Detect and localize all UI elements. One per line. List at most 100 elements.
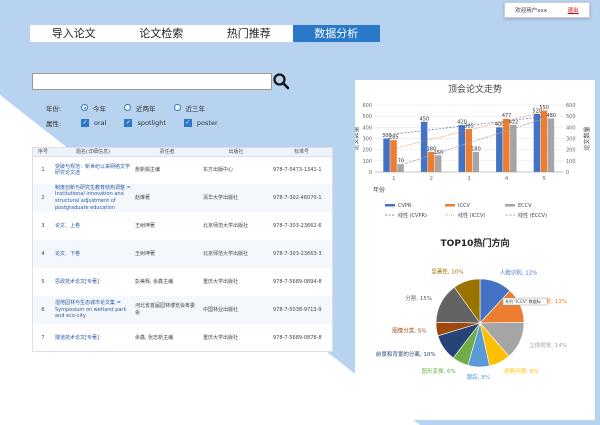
data-label: 285: [389, 135, 399, 141]
cell-title[interactable]: 湿地园林与生态城市论文集 = Symposium on wetland park…: [53, 296, 133, 324]
cell-title[interactable]: 突破与规范：新世纪以来网络文学研究论文选: [53, 156, 133, 184]
y-tick-label: 600: [362, 103, 372, 109]
y2-tick-label: 600: [566, 103, 576, 109]
pie-label: 人脸识别, 12%: [500, 269, 538, 277]
data-label: 385: [464, 124, 474, 130]
table-row[interactable]: 3 论文．上卷 王树坤著 北京师范大学出版社 978-7-303-23662-6: [33, 212, 332, 240]
header-publisher: 出版社: [201, 148, 271, 157]
header-title[interactable]: 题名(详细信息): [53, 148, 133, 157]
bar-cvpr: [383, 138, 390, 172]
cell-index: 7: [41, 334, 45, 341]
y2-tick-label: 0: [566, 170, 569, 176]
cell-publisher: 东方出版中心: [203, 166, 234, 173]
legend-trend-label: 线性 (ECCV): [518, 212, 547, 219]
table-row[interactable]: 1 突破与规范：新世纪以来网络文学研究论文选 詹新娟主编 东方出版中心 978-7-54…: [33, 156, 332, 184]
attr-label: 属性:: [46, 119, 62, 128]
cell-title[interactable]: 论文．下卷: [53, 240, 133, 268]
table-row[interactable]: 7 隧道技术论文[专著] 余鑫, 张志新主编 重庆大学出版社 978-7-5689-08…: [33, 324, 332, 352]
pie-label: 立体视觉, 14%: [529, 341, 567, 349]
data-label: 180: [471, 146, 481, 152]
cell-publisher: 清华大学出版社: [201, 184, 271, 212]
logout-link[interactable]: 退出: [568, 6, 579, 14]
cell-title[interactable]: 论文．上卷: [53, 212, 133, 240]
cell-author: 彭美辉, 余鑫主编: [135, 278, 174, 285]
x-tick-label: 1: [392, 176, 395, 182]
hot-topics-chart: TOP10热门方向人脸识别, 12%图像恢复, 13%立体视觉, 14%视频问题…: [376, 237, 567, 381]
search-input[interactable]: [32, 73, 272, 90]
y-tick-label: 300: [362, 137, 372, 143]
welcome-text: 欢迎用户xxx: [515, 8, 548, 14]
y-tick-label: 500: [362, 114, 372, 120]
data-label: 70: [398, 159, 404, 165]
legend-swatch: [505, 204, 515, 207]
bar-iccv: [503, 118, 510, 172]
data-label: 480: [546, 113, 556, 119]
cell-index: 2: [33, 184, 53, 212]
y2-tick-label: 200: [566, 148, 576, 154]
cell-author: 赵琳著: [133, 184, 201, 212]
legend-swatch: [385, 204, 395, 207]
cell-title[interactable]: 思政技术论文[专著]: [53, 268, 133, 296]
user-panel: 欢迎用户xxx 退出: [504, 2, 590, 18]
bar-iccv: [390, 140, 397, 172]
filter-panel: 年份: 今年 近两年 近三年 属性: ✓ oral ✓ spotlight ✓ pos…: [46, 100, 236, 130]
radio-icon: [81, 104, 88, 111]
y-tick-label: 400: [362, 125, 372, 131]
table-row[interactable]: 2 制度创新与研究生教育结构调整 = Institutional innovati…: [33, 184, 332, 212]
data-label: 450: [420, 116, 430, 122]
legend-label: ICCV: [458, 203, 470, 209]
y2-tick-label: 500: [566, 114, 576, 120]
cell-isbn: 978-7-5689-0894-8: [273, 278, 322, 285]
cell-title[interactable]: 制度创新与研究生教育结构调整 = Institutional innovatio…: [53, 184, 133, 212]
cell-isbn: 978-7-5038-9713-9: [271, 296, 332, 324]
cell-index: 1: [41, 166, 45, 173]
bar-eccv: [472, 151, 479, 172]
header-index: 序号: [33, 148, 53, 157]
cell-index: 3: [41, 222, 45, 229]
cell-author: 王树坤著: [133, 240, 201, 268]
pie-label: 前景和背景的分离, 10%: [376, 350, 436, 358]
pie-label: 跟踪, 8%: [467, 373, 490, 381]
cell-index: 4: [33, 240, 53, 268]
year-option-two-years[interactable]: 近两年: [124, 103, 156, 113]
table-row[interactable]: 6 湿地园林与生态城市论文集 = Symposium on wetland par…: [33, 296, 332, 324]
pie-label: 显著性, 10%: [431, 268, 463, 276]
checkbox-icon: ✓: [183, 118, 192, 127]
radio-icon: [173, 104, 181, 111]
trend-chart: 顶会论文走势 0 0 100 100 200 200 300 300 400 400 500 500 60…: [352, 83, 591, 219]
y2-axis-label: 论文数量: [583, 126, 591, 150]
attr-option-poster[interactable]: ✓ poster: [183, 118, 218, 127]
search-icon[interactable]: [272, 72, 290, 90]
tab-search[interactable]: 论文检索: [118, 25, 206, 42]
tab-analysis[interactable]: 数据分析: [292, 25, 380, 42]
cell-isbn: 978-7-5473-1341-1: [273, 166, 322, 173]
cell-author: 河北省首届园林博览会筹委会: [133, 296, 201, 324]
pie-label: 视频问题, 8%: [504, 367, 538, 375]
legend-label: CVPR: [398, 203, 412, 209]
cell-publisher: 北京师范大学出版社: [201, 240, 271, 268]
tab-recommend[interactable]: 热门推荐: [205, 25, 293, 42]
checkbox-icon: ✓: [81, 118, 89, 127]
cell-isbn: 978-7-303-23662-6: [273, 222, 322, 229]
attr-option-oral[interactable]: ✓ oral: [81, 118, 106, 127]
analysis-panel: 顶会论文走势 0 0 100 100 200 200 300 300 400 400 500 500 60…: [352, 80, 595, 420]
year-option-this-year[interactable]: 今年: [81, 103, 106, 113]
cell-publisher: 北京师范大学出版社: [203, 222, 249, 229]
pie-label: 图形变换, 6%: [421, 367, 455, 375]
y2-tick-label: 400: [566, 125, 576, 131]
bar-cvpr: [458, 125, 465, 172]
legend-trend-label: 线性 (ICCV): [458, 212, 485, 219]
chart-title: 顶会论文走势: [448, 83, 502, 95]
data-label: 550: [539, 105, 549, 111]
cell-publisher: 重庆大学出版社: [203, 278, 239, 285]
x-tick-label: 5: [543, 176, 546, 182]
attr-option-spotlight[interactable]: ✓ spotlight: [124, 118, 166, 127]
results-table: 序号 题名(详细信息) 责任者 出版社 标准号 1 突破与规范：新世纪以来网络文学…: [32, 147, 333, 352]
table-row[interactable]: 4 论文．下卷 王树坤著 北京师范大学出版社 978-7-303-23663-3: [33, 240, 332, 268]
year-option-three-years[interactable]: 近三年: [173, 103, 205, 113]
cell-title[interactable]: 隧道技术论文[专著]: [53, 324, 133, 352]
table-row[interactable]: 5 思政技术论文[专著] 彭美辉, 余鑫主编 重庆大学出版社 978-7-5689-08…: [33, 268, 332, 296]
bar-eccv: [510, 124, 517, 172]
y-axis-label: 论文数量: [355, 126, 360, 150]
tab-import[interactable]: 导入论文: [30, 25, 118, 42]
